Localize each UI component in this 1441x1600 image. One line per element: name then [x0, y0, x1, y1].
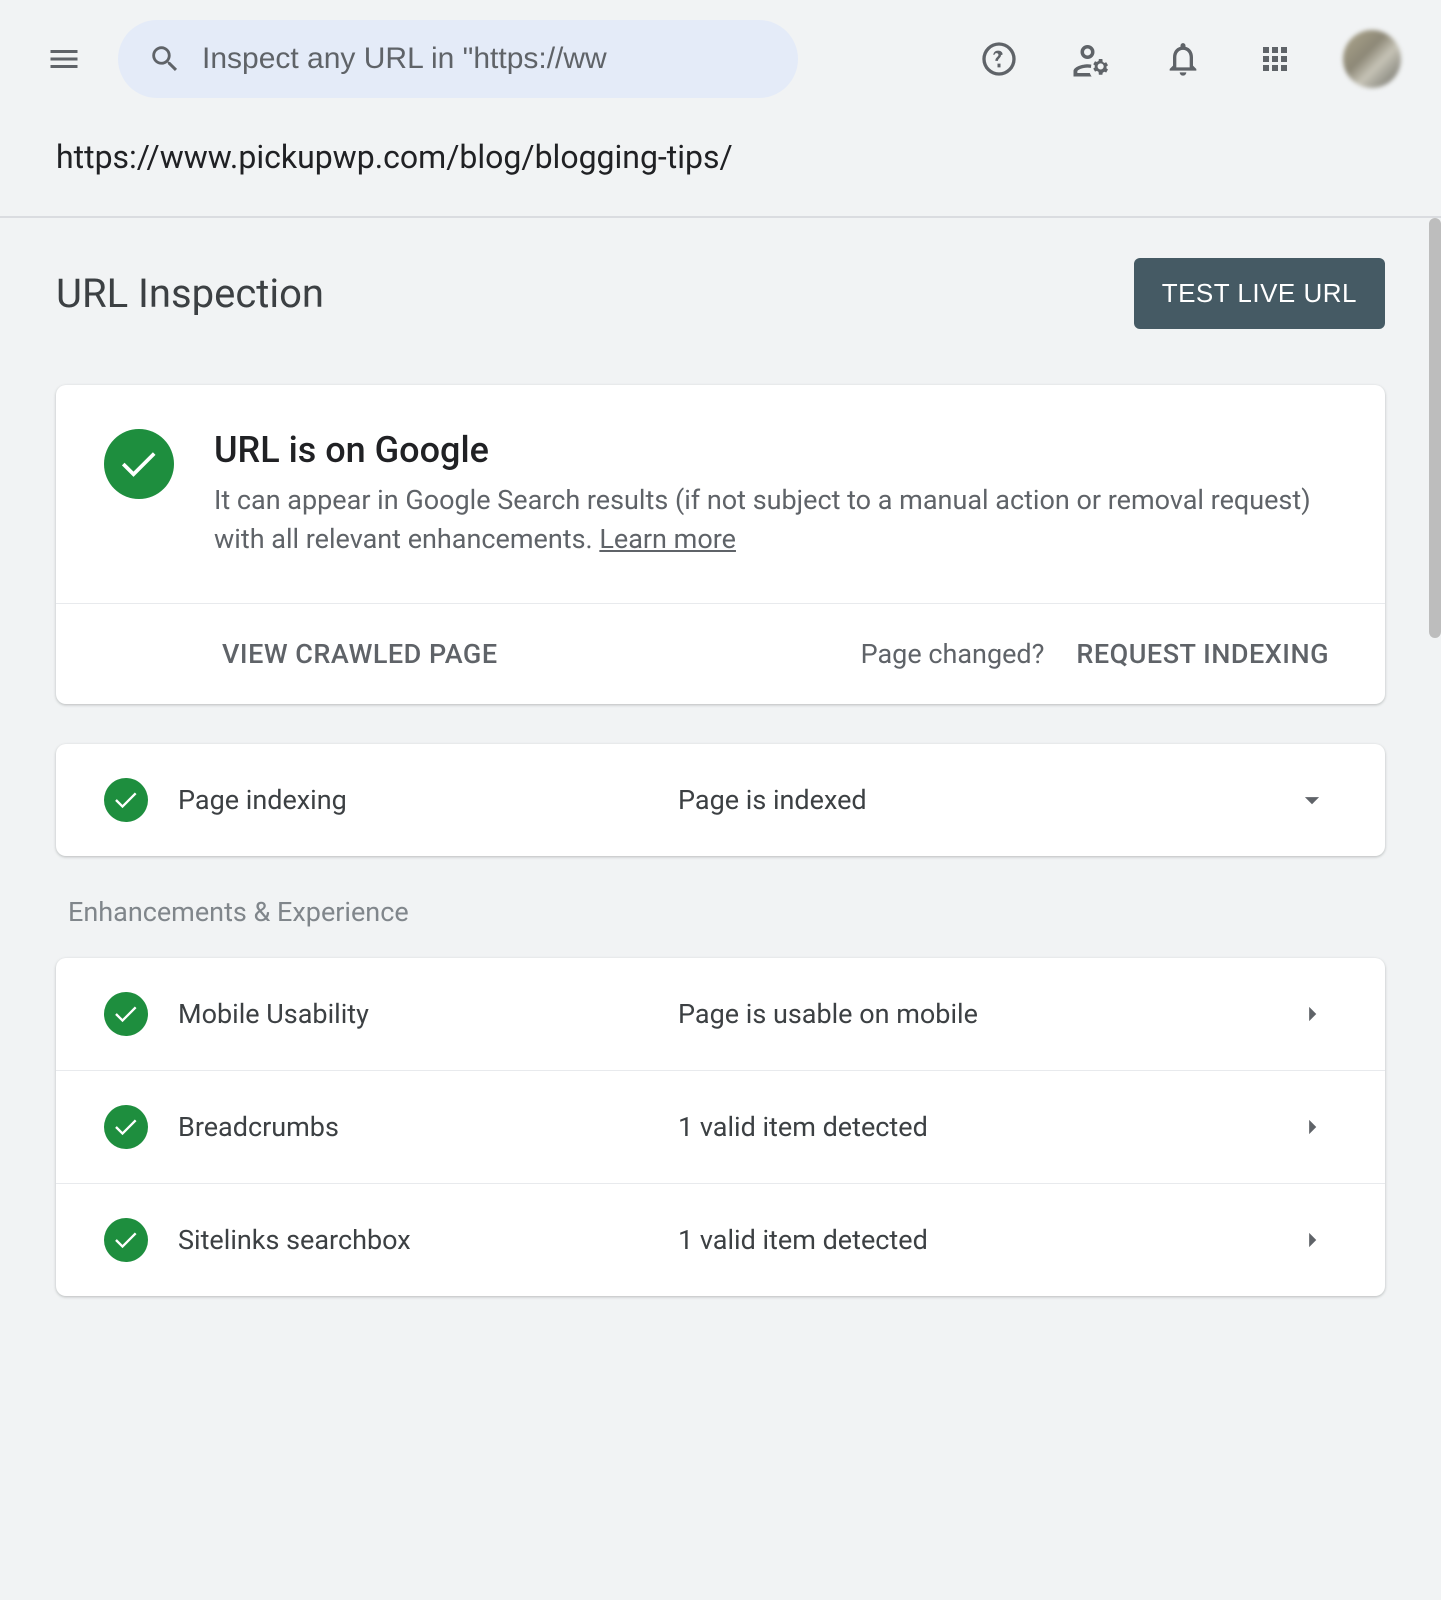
- expand-toggle[interactable]: [1295, 783, 1329, 817]
- status-card: URL is on Google It can appear in Google…: [56, 385, 1385, 704]
- learn-more-link[interactable]: Learn more: [599, 523, 736, 555]
- check-icon: [112, 1226, 140, 1254]
- chevron-right-icon: [1295, 1223, 1329, 1257]
- apps-button[interactable]: [1251, 35, 1299, 83]
- apps-grid-icon: [1257, 41, 1293, 77]
- account-avatar[interactable]: [1343, 30, 1401, 88]
- page-changed-label: Page changed?: [861, 638, 1045, 670]
- status-description: It can appear in Google Search results (…: [214, 481, 1329, 559]
- indexing-value: Page is indexed: [678, 784, 867, 816]
- page-title: URL Inspection: [56, 270, 324, 317]
- status-text: URL is on Google It can appear in Google…: [214, 429, 1329, 559]
- top-icons: [975, 30, 1401, 88]
- inspected-url: https://www.pickupwp.com/blog/blogging-t…: [0, 118, 1441, 218]
- enhancements-card: Mobile Usability Page is usable on mobil…: [56, 958, 1385, 1296]
- indexing-check-icon: [104, 778, 148, 822]
- chevron-right-icon: [1295, 1110, 1329, 1144]
- status-ok-icon: [104, 992, 148, 1036]
- check-icon: [112, 786, 140, 814]
- open-detail[interactable]: [1295, 997, 1329, 1031]
- menu-button[interactable]: [40, 35, 88, 83]
- enhancement-value: Page is usable on mobile: [678, 998, 978, 1030]
- check-icon: [112, 1113, 140, 1141]
- enhancement-label: Sitelinks searchbox: [178, 1224, 678, 1256]
- enhancements-heading: Enhancements & Experience: [68, 896, 1385, 928]
- help-icon: [979, 39, 1019, 79]
- top-bar: [0, 0, 1441, 118]
- indexing-label: Page indexing: [178, 784, 678, 816]
- user-settings-button[interactable]: [1067, 35, 1115, 83]
- enhancement-value: 1 valid item detected: [678, 1224, 928, 1256]
- status-row: URL is on Google It can appear in Google…: [56, 385, 1385, 603]
- page-indexing-card: Page indexing Page is indexed: [56, 744, 1385, 856]
- hamburger-icon: [46, 41, 82, 77]
- chevron-right-icon: [1295, 997, 1329, 1031]
- help-button[interactable]: [975, 35, 1023, 83]
- open-detail[interactable]: [1295, 1110, 1329, 1144]
- scrollbar[interactable]: [1429, 218, 1441, 638]
- test-live-url-button[interactable]: TEST LIVE URL: [1134, 258, 1385, 329]
- search-icon: [148, 42, 182, 76]
- search-bar[interactable]: [118, 20, 798, 98]
- status-ok-icon: [104, 1105, 148, 1149]
- check-icon: [117, 442, 161, 486]
- enhancement-label: Breadcrumbs: [178, 1111, 678, 1143]
- check-icon: [112, 1000, 140, 1028]
- sitelinks-searchbox-row[interactable]: Sitelinks searchbox 1 valid item detecte…: [56, 1183, 1385, 1296]
- status-card-actions: VIEW CRAWLED PAGE Page changed? REQUEST …: [56, 603, 1385, 704]
- enhancement-label: Mobile Usability: [178, 998, 678, 1030]
- open-detail[interactable]: [1295, 1223, 1329, 1257]
- status-desc-text: It can appear in Google Search results (…: [214, 484, 1311, 555]
- enhancement-value: 1 valid item detected: [678, 1111, 928, 1143]
- bell-icon: [1163, 39, 1203, 79]
- status-check-icon: [104, 429, 174, 499]
- content-area: URL Inspection TEST LIVE URL URL is on G…: [0, 218, 1441, 1396]
- breadcrumbs-row[interactable]: Breadcrumbs 1 valid item detected: [56, 1070, 1385, 1183]
- chevron-down-icon: [1295, 783, 1329, 817]
- request-indexing-button[interactable]: REQUEST INDEXING: [1076, 638, 1329, 670]
- mobile-usability-row[interactable]: Mobile Usability Page is usable on mobil…: [56, 958, 1385, 1070]
- page-heading-row: URL Inspection TEST LIVE URL: [56, 258, 1385, 329]
- page-indexing-row[interactable]: Page indexing Page is indexed: [56, 744, 1385, 856]
- status-title: URL is on Google: [214, 429, 1329, 471]
- url-inspect-input[interactable]: [202, 42, 768, 76]
- status-ok-icon: [104, 1218, 148, 1262]
- user-gear-icon: [1070, 38, 1112, 80]
- view-crawled-page-button[interactable]: VIEW CRAWLED PAGE: [222, 638, 498, 670]
- notifications-button[interactable]: [1159, 35, 1207, 83]
